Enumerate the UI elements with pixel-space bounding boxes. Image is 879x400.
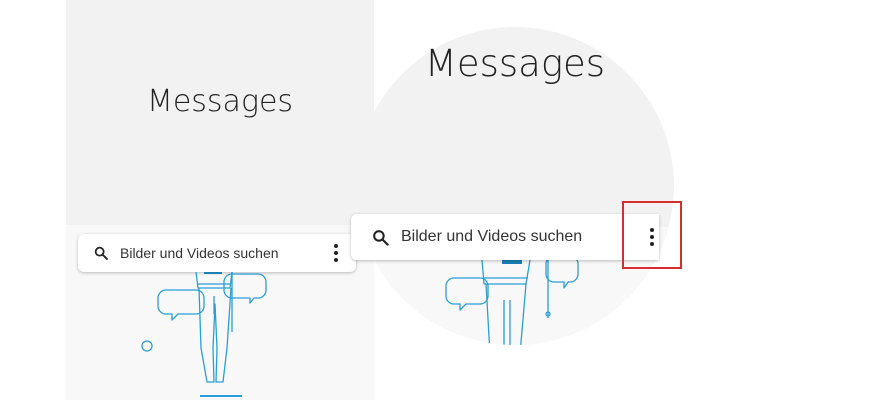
screen-panel: Messages Bilder und Videos suchen bbox=[66, 0, 374, 400]
empty-state-illustration bbox=[141, 272, 267, 397]
magnified-search-bar[interactable]: Bilder und Videos suchen bbox=[351, 214, 659, 260]
magnified-search-input[interactable]: Bilder und Videos suchen bbox=[401, 228, 659, 246]
magnified-illustration bbox=[445, 260, 579, 345]
search-icon[interactable] bbox=[367, 224, 393, 250]
search-icon[interactable] bbox=[90, 242, 112, 264]
magnified-page-title: Messages bbox=[424, 42, 606, 85]
page-title: Messages bbox=[146, 84, 294, 119]
search-input[interactable]: Bilder und Videos suchen bbox=[120, 245, 326, 261]
highlight-box bbox=[622, 201, 682, 269]
more-vert-icon[interactable] bbox=[326, 241, 346, 265]
search-bar[interactable]: Bilder und Videos suchen bbox=[78, 234, 356, 272]
